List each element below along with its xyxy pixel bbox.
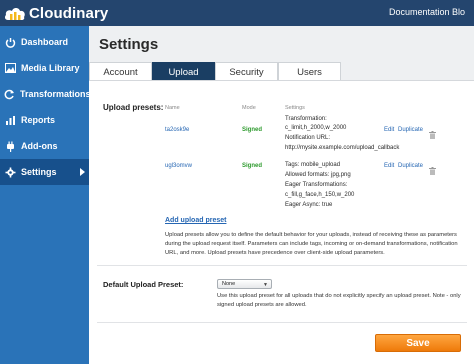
preset-setting: c_limit,h_2000,w_2000 [285, 125, 347, 131]
sidebar-item-label: Media Library [21, 63, 80, 73]
app-name: Cloudinary [29, 4, 109, 22]
preset-setting: Allowed formats: jpg,png [285, 172, 351, 178]
sidebar-item-transformations[interactable]: Transformations [0, 81, 91, 107]
column-header-name: Name [165, 105, 180, 111]
preset-setting: http://mysite.example.com/upload_callbac… [285, 145, 400, 151]
plug-icon [4, 140, 16, 152]
default-preset-value: None [222, 281, 236, 287]
preset-setting: Eager Async: true [285, 202, 333, 208]
chart-icon [4, 114, 16, 126]
default-upload-preset-label: Default Upload Preset: [103, 280, 184, 289]
column-header-settings: Settings [285, 105, 305, 111]
sidebar-item-label: Settings [21, 167, 57, 177]
sidebar-item-add-ons[interactable]: Add-ons [0, 133, 89, 159]
tab-upload[interactable]: Upload [152, 62, 215, 81]
sidebar-item-label: Transformations [20, 89, 91, 99]
upload-presets-description: Upload presets allow you to define the d… [165, 232, 457, 238]
top-bar: Cloudinary Documentation Blo [0, 0, 474, 26]
edit-link[interactable]: Edit [384, 127, 394, 133]
page-title: Settings [99, 36, 159, 53]
sidebar-item-settings[interactable]: Settings [0, 159, 89, 185]
sidebar-item-label: Add-ons [21, 141, 58, 151]
preset-setting: Eager Transformations: [285, 182, 348, 188]
tab-account[interactable]: Account [89, 62, 152, 81]
upload-presets-description: URL, and more. Upload presets have prece… [165, 250, 385, 256]
trash-icon[interactable] [429, 126, 436, 139]
preset-setting: Transformation: [285, 116, 327, 122]
logo[interactable]: Cloudinary [4, 3, 108, 23]
duplicate-link[interactable]: Duplicate [398, 127, 423, 133]
preset-mode: Signed [242, 127, 263, 133]
sidebar-item-reports[interactable]: Reports [0, 107, 89, 133]
section-divider [97, 322, 467, 323]
settings-panel: Upload presets: Name Mode Settings ta2os… [89, 80, 474, 364]
upload-presets-description: during the upload request itself. Parame… [165, 241, 458, 247]
sidebar-item-dashboard[interactable]: Dashboard [0, 29, 89, 55]
default-preset-note: Use this upload preset for all uploads t… [217, 293, 461, 299]
preset-name-link[interactable]: ta2osk9e [165, 127, 189, 133]
preset-setting: Notification URL: [285, 135, 331, 141]
add-upload-preset-link[interactable]: Add upload preset [165, 217, 226, 224]
blog-link[interactable]: Blo [452, 7, 465, 17]
sidebar-item-media-library[interactable]: Media Library [0, 55, 89, 81]
tab-security[interactable]: Security [215, 62, 278, 81]
refresh-icon [4, 88, 15, 100]
edit-link[interactable]: Edit [384, 163, 394, 169]
trash-icon[interactable] [429, 162, 436, 175]
cloud-logo-icon [4, 4, 26, 22]
sidebar-item-label: Dashboard [21, 37, 69, 47]
sidebar-item-label: Reports [21, 115, 56, 125]
documentation-link[interactable]: Documentation [389, 7, 450, 17]
preset-name-link[interactable]: ugl3omvw [165, 163, 192, 169]
save-button[interactable]: Save [375, 334, 461, 352]
sidebar: Dashboard Media Library Transformations … [0, 26, 91, 364]
duplicate-link[interactable]: Duplicate [398, 163, 423, 169]
chevron-down-icon: ▼ [263, 282, 268, 288]
gear-icon [4, 166, 16, 178]
preset-setting: c_fill,g_face,h_150,w_200 [285, 192, 355, 198]
preset-setting: Tags: mobile_upload [285, 162, 341, 168]
upload-presets-label: Upload presets: [103, 103, 164, 112]
main-content: Settings Account Upload Security Users U… [89, 26, 474, 364]
column-header-mode: Mode [242, 105, 256, 111]
settings-tabs: Account Upload Security Users [89, 62, 341, 81]
tab-users[interactable]: Users [278, 62, 341, 81]
preset-mode: Signed [242, 163, 263, 169]
default-preset-select[interactable]: None ▼ [217, 279, 272, 289]
picture-icon [4, 62, 16, 74]
default-preset-note: signed upload presets are allowed. [217, 302, 307, 308]
section-divider [97, 265, 467, 266]
active-arrow-icon [80, 168, 85, 176]
power-icon [4, 36, 16, 48]
